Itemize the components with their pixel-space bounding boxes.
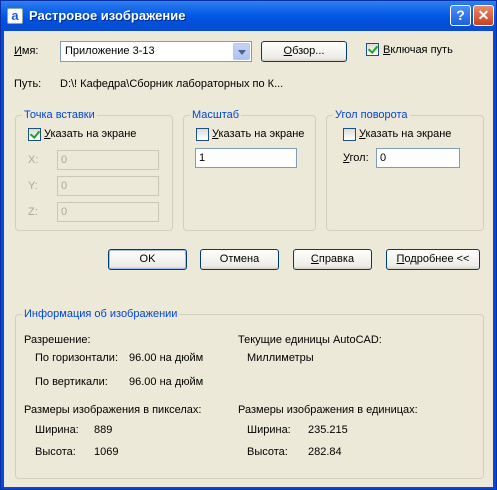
pixel-width-label: Ширина: [35, 424, 79, 436]
y-label: Y: [28, 180, 38, 192]
chevron-down-icon[interactable] [233, 43, 250, 60]
rotation-title: Угол поворота [333, 109, 410, 121]
z-field: 0 [57, 202, 159, 222]
pixel-width-value: 889 [94, 424, 113, 436]
scale-field[interactable]: 1 [195, 148, 297, 168]
name-combobox-value: Приложение 3-13 [65, 45, 155, 57]
help-button[interactable]: Справка [293, 249, 372, 270]
resolution-label: Разрешение: [24, 334, 91, 346]
rotation-group: Угол поворота Указать на экране Угол: 0 [326, 109, 484, 231]
scale-title: Масштаб [190, 109, 242, 121]
dialog-body: Имя: Приложение 3-13 Обзор... Включая пу… [4, 31, 493, 487]
image-info-title: Информация об изображении [22, 308, 180, 320]
angle-field[interactable]: 0 [376, 148, 460, 168]
unit-size-label: Размеры изображения в единицах: [238, 404, 418, 416]
insert-point-group: Точка вставки Указать на экране X: 0 Y: … [15, 109, 173, 231]
vertical-value: 96.00 на дюйм [129, 376, 204, 388]
unit-height-value: 282.84 [308, 446, 342, 458]
image-info-group: Информация об изображении Разрешение: По… [15, 308, 484, 479]
scale-on-screen-checkbox[interactable] [196, 128, 209, 141]
include-path-label[interactable]: Включая путь [383, 44, 453, 56]
z-label: Z: [28, 206, 38, 218]
rotation-on-screen-checkbox[interactable] [343, 128, 356, 141]
name-label: Имя: [14, 45, 39, 57]
insert-point-title: Точка вставки [22, 109, 97, 121]
pixel-height-label: Высота: [35, 446, 76, 458]
horizontal-label: По горизонтали: [35, 352, 118, 364]
path-value: D:\! Кафедра\Сборник лабораторных по К..… [60, 78, 284, 90]
units-value: Миллиметры [247, 352, 314, 364]
pixel-height-value: 1069 [94, 446, 119, 458]
browse-button[interactable]: Обзор... [261, 41, 347, 62]
name-combobox[interactable]: Приложение 3-13 [60, 41, 252, 62]
raster-image-dialog: a Растровое изображение ? ✕ Имя: Приложе… [0, 0, 497, 490]
x-label: X: [28, 154, 39, 166]
insert-on-screen-checkbox[interactable] [28, 128, 41, 141]
details-button[interactable]: Подробнее << [386, 249, 480, 270]
unit-height-label: Высота: [247, 446, 288, 458]
horizontal-value: 96.00 на дюйм [129, 352, 204, 364]
window-title: Растровое изображение [29, 8, 186, 23]
scale-group: Масштаб Указать на экране 1 [183, 109, 316, 231]
rotation-on-screen-label[interactable]: Указать на экране [359, 128, 451, 140]
x-field: 0 [57, 150, 159, 170]
insert-on-screen-label[interactable]: Указать на экране [44, 128, 136, 140]
vertical-label: По вертикали: [35, 376, 108, 388]
include-path-checkbox[interactable] [366, 43, 379, 56]
unit-width-label: Ширина: [247, 424, 291, 436]
close-button[interactable]: ✕ [473, 5, 494, 26]
y-field: 0 [57, 176, 159, 196]
pixel-size-label: Размеры изображения в пикселах: [24, 404, 202, 416]
unit-width-value: 235.215 [308, 424, 348, 436]
path-label: Путь: [14, 78, 42, 90]
title-bar[interactable]: a Растровое изображение ? ✕ [1, 1, 496, 31]
angle-label: Угол: [343, 152, 369, 164]
scale-on-screen-label[interactable]: Указать на экране [212, 128, 304, 140]
help-question-button[interactable]: ? [450, 5, 471, 26]
units-label: Текущие единицы AutoCAD: [238, 334, 382, 346]
cancel-button[interactable]: Отмена [200, 249, 279, 270]
autocad-app-icon: a [7, 8, 23, 24]
ok-button[interactable]: OK [108, 249, 187, 270]
